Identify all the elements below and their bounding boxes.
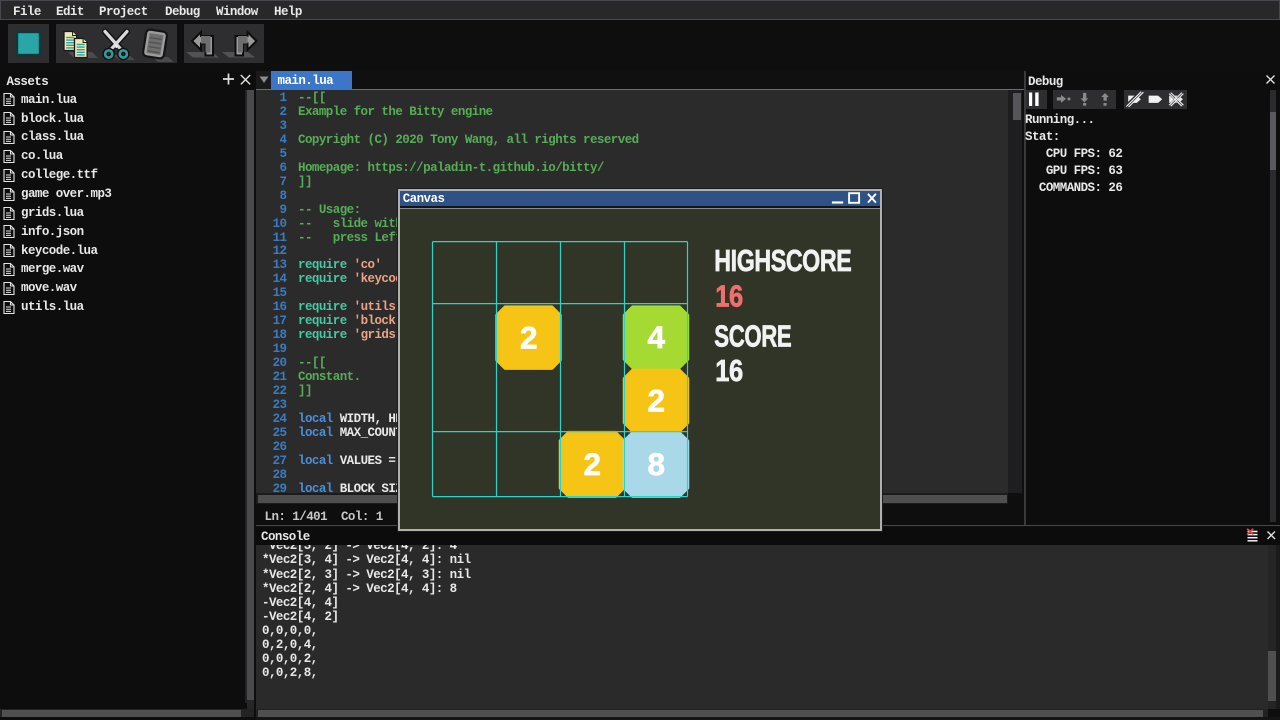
svg-text:8: 8 [648,446,665,482]
svg-text:SCORE: SCORE [714,319,791,354]
svg-text:2: 2 [648,382,665,418]
svg-text:2: 2 [584,446,601,482]
svg-text:16: 16 [715,353,743,388]
svg-text:HIGHSCORE: HIGHSCORE [714,243,851,278]
svg-text:16: 16 [715,278,743,313]
svg-text:2: 2 [520,319,537,355]
svg-text:4: 4 [648,319,666,355]
